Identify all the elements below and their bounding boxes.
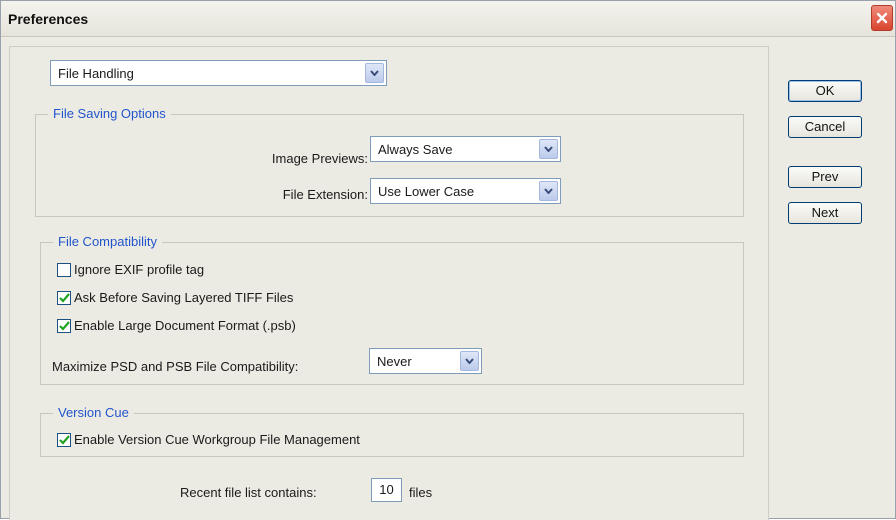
- file-extension-value: Use Lower Case: [378, 184, 475, 199]
- settings-panel: File Handling File Saving Options Image …: [9, 46, 769, 520]
- recent-files-label: Recent file list contains:: [180, 485, 317, 500]
- image-previews-value: Always Save: [378, 142, 453, 157]
- maximize-compat-label: Maximize PSD and PSB File Compatibility:: [52, 359, 299, 374]
- maximize-compat-select[interactable]: Never: [369, 348, 482, 374]
- ask-before-saving-checkbox-row[interactable]: Ask Before Saving Layered TIFF Files: [57, 290, 293, 305]
- title-bar: Preferences: [1, 1, 895, 37]
- version-cue-legend: Version Cue: [53, 405, 134, 420]
- enable-version-cue-checkbox-row[interactable]: Enable Version Cue Workgroup File Manage…: [57, 432, 360, 447]
- enable-large-doc-label: Enable Large Document Format (.psb): [74, 318, 296, 333]
- ask-before-saving-checkbox[interactable]: [57, 290, 71, 305]
- file-compatibility-legend: File Compatibility: [53, 234, 162, 249]
- section-select-value: File Handling: [58, 66, 134, 81]
- chevron-down-icon[interactable]: [365, 63, 384, 83]
- file-extension-label: File Extension:: [282, 187, 368, 202]
- enable-large-doc-checkbox-row[interactable]: Enable Large Document Format (.psb): [57, 318, 296, 333]
- window-title: Preferences: [8, 11, 89, 27]
- prev-button[interactable]: Prev: [788, 166, 862, 188]
- ignore-exif-label: Ignore EXIF profile tag: [74, 262, 205, 277]
- ok-button[interactable]: OK: [788, 80, 862, 102]
- chevron-down-icon[interactable]: [539, 181, 558, 201]
- enable-large-doc-checkbox[interactable]: [57, 318, 71, 333]
- maximize-compat-value: Never: [377, 354, 412, 369]
- recent-files-suffix: files: [409, 485, 433, 500]
- checkmark-icon: [58, 292, 70, 303]
- preferences-dialog: Preferences File Handling File Saving Op…: [0, 0, 896, 520]
- checkmark-icon: [58, 320, 70, 331]
- image-previews-select[interactable]: Always Save: [370, 136, 561, 162]
- cancel-button[interactable]: Cancel: [788, 116, 862, 138]
- ask-before-saving-label: Ask Before Saving Layered TIFF Files: [74, 290, 294, 305]
- recent-files-input[interactable]: 10: [371, 478, 402, 502]
- close-button[interactable]: [871, 5, 893, 31]
- file-extension-select[interactable]: Use Lower Case: [370, 178, 561, 204]
- file-saving-options-legend: File Saving Options: [48, 106, 171, 121]
- image-previews-label: Image Previews:: [271, 151, 368, 166]
- enable-version-cue-checkbox[interactable]: [57, 432, 71, 447]
- ignore-exif-checkbox-row[interactable]: Ignore EXIF profile tag: [57, 262, 204, 277]
- chevron-down-icon[interactable]: [460, 351, 479, 371]
- checkmark-icon: [58, 434, 70, 445]
- close-icon: [876, 12, 888, 24]
- ignore-exif-checkbox[interactable]: [57, 262, 71, 277]
- enable-version-cue-label: Enable Version Cue Workgroup File Manage…: [74, 432, 360, 447]
- section-select[interactable]: File Handling: [50, 60, 387, 86]
- chevron-down-icon[interactable]: [539, 139, 558, 159]
- next-button[interactable]: Next: [788, 202, 862, 224]
